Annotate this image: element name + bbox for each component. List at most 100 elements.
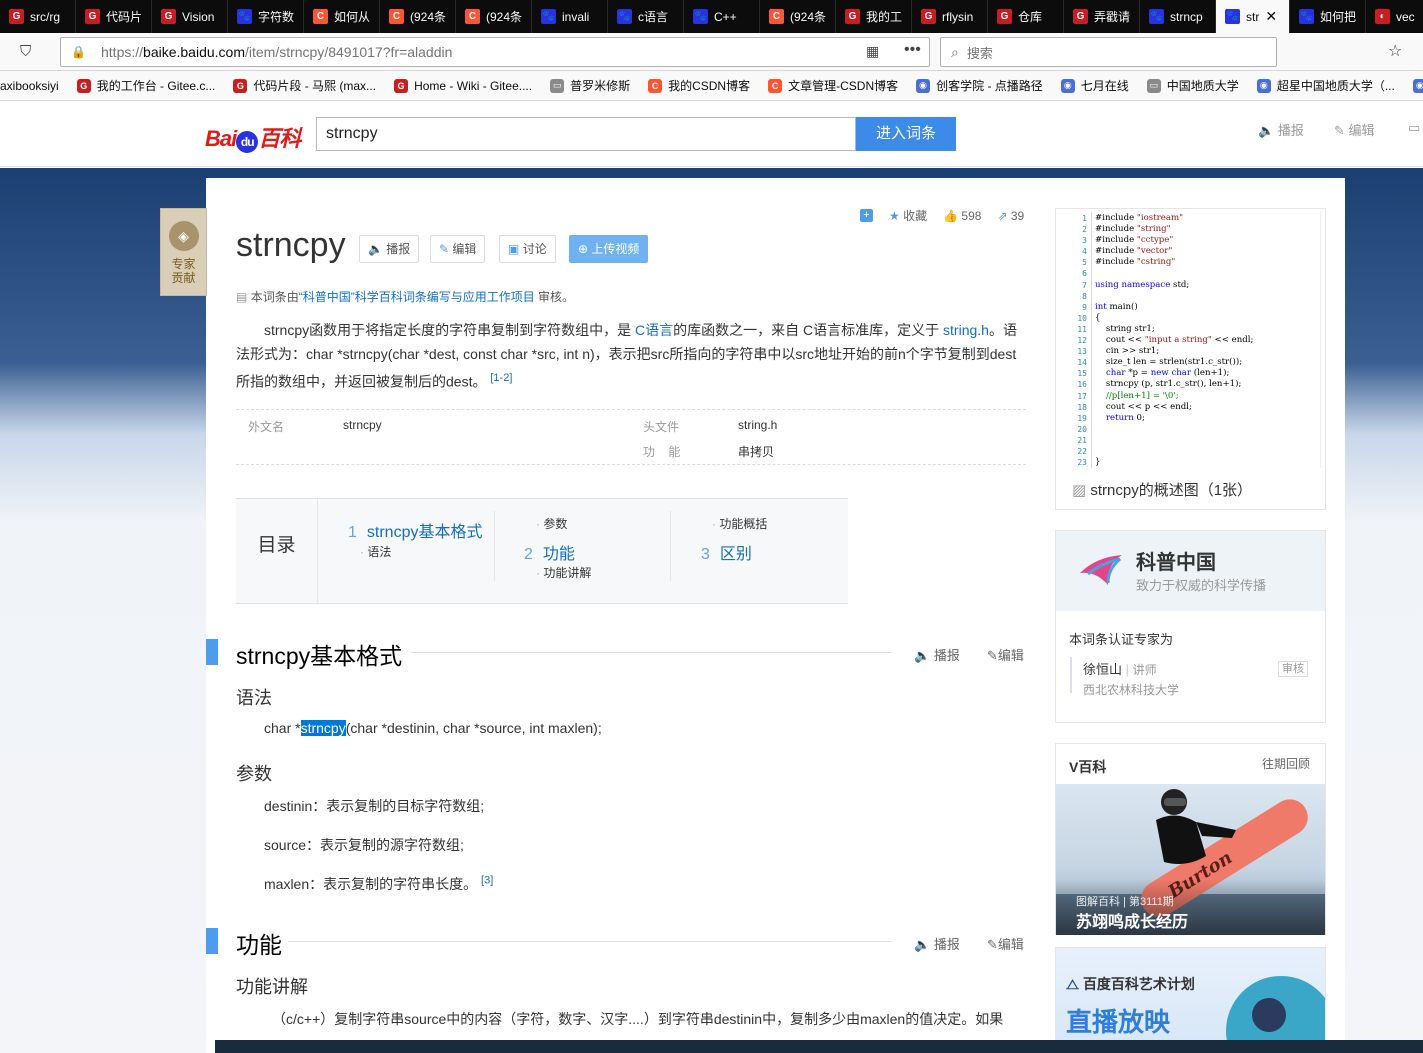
line-number: 6 — [1082, 269, 1087, 279]
browser-tab[interactable]: ◐ vec — [1366, 0, 1423, 33]
section-play-link[interactable]: 🔈 播报 — [914, 645, 960, 664]
browser-tab[interactable]: 🐾 strncp — [1140, 0, 1216, 33]
close-tab-icon[interactable]: ✕ — [1265, 8, 1277, 25]
bookmark-label: axibooksiyi — [0, 78, 59, 93]
bookmark-item[interactable]: C 我的CSDN博客 — [648, 77, 750, 94]
browser-search-input[interactable]: ⌕ 搜索 — [940, 37, 1277, 67]
browser-tab[interactable]: C (924条 — [760, 0, 836, 33]
expert-name-line[interactable]: 徐恒山 | 讲师 — [1083, 659, 1157, 678]
browser-tab[interactable]: C (924条 — [456, 0, 532, 33]
bookmark-item[interactable]: ▭ 中国地质大学 — [1146, 77, 1239, 94]
browser-tab[interactable]: G Vision — [152, 0, 228, 33]
string-h-link[interactable]: string.h — [943, 322, 989, 338]
browser-tab[interactable]: 🐾 c语言 — [608, 0, 684, 33]
c-language-link[interactable]: C语言 — [635, 322, 673, 338]
browser-tab[interactable]: Gsrc/rg — [0, 0, 76, 33]
bookmark-item[interactable]: G 代码片段 - 马熙 (max... — [233, 77, 376, 94]
header-more-icon[interactable]: ▭ — [1408, 120, 1420, 136]
browser-tab[interactable]: G 仓库 — [988, 0, 1064, 33]
reference-link[interactable]: [1-2] — [490, 372, 512, 384]
baidu-baike-logo[interactable]: Bai du 百科 — [205, 121, 301, 153]
edit-button[interactable]: ✎ 编辑 — [430, 235, 486, 263]
page-actions-icon[interactable]: ••• — [904, 41, 921, 59]
browser-tab[interactable]: G 代码片 — [76, 0, 152, 33]
line-number: 18 — [1077, 402, 1087, 412]
subheading-params: 参数 — [236, 764, 272, 784]
header-play-link[interactable]: 🔈 播报 — [1258, 120, 1304, 139]
bookmark-item[interactable]: G 我的工作台 - Gitee.c... — [76, 77, 215, 94]
browser-tab[interactable]: 🐾 字符数 — [228, 0, 304, 33]
browser-tab[interactable]: 🐾 如何把 — [1290, 0, 1366, 33]
toc-item-function[interactable]: 2 功能 — [524, 540, 575, 564]
tab-label: 我的工 — [866, 10, 903, 24]
add-icon[interactable]: + — [860, 209, 873, 222]
bookmark-item[interactable]: ◉ 超星中国地质大学（... — [1256, 77, 1395, 94]
certified-expert-label: 本词条认证专家为 — [1069, 632, 1174, 647]
info-key: 功 能 — [643, 445, 681, 459]
upload-video-button[interactable]: ⊕ 上传视频 — [569, 235, 649, 263]
toc-item-basic-format[interactable]: 1 strncpy基本格式 — [348, 518, 482, 542]
toc-sub-params[interactable]: 参数 — [536, 515, 567, 532]
bookmark-item[interactable]: ▭ 普罗米修斯 — [550, 77, 630, 94]
tab-label: vec — [1396, 9, 1415, 24]
csdn-icon: C — [648, 78, 663, 93]
section-edit-link[interactable]: ✎编辑 — [987, 934, 1024, 953]
enter-entry-button[interactable]: 进入词条 — [856, 117, 956, 151]
v-baike-feature-image[interactable]: Burton 图解百科 | 第3111期 苏翊鸣成长经历 — [1056, 784, 1325, 935]
section-play-link[interactable]: 🔈 播报 — [914, 934, 960, 953]
param-destinin: destinin：表示复制的目标字符数组; — [264, 798, 485, 814]
collect-button[interactable]: ★ 收藏 — [889, 207, 927, 224]
baike-search-input[interactable]: strncpy — [316, 117, 856, 151]
past-issues-link[interactable]: 往期回顾 — [1262, 755, 1310, 772]
play-button[interactable]: 🔈 播报 — [359, 235, 420, 263]
audit-project-link[interactable]: “科普中国”科学百科词条编写与应用工作项目 — [299, 290, 535, 304]
art-program-brand-line: ⧍ 百度百科艺术计划 — [1066, 974, 1195, 994]
browser-tab[interactable]: Grflysin — [912, 0, 988, 33]
plus-circle-icon: ⊕ — [578, 242, 589, 256]
discuss-button[interactable]: ▣ 讨论 — [499, 235, 556, 263]
bookmark-item[interactable]: axibooksiyi — [0, 79, 59, 93]
tab-label: (924条 — [410, 10, 447, 24]
toc-sub-function-detail[interactable]: 功能讲解 — [536, 564, 591, 581]
bookmark-item[interactable]: ◉学 — [1412, 77, 1423, 94]
tab-label: rflysin — [942, 9, 974, 24]
browser-tab[interactable]: C (924条 — [380, 0, 456, 33]
art-program-avatar — [1252, 998, 1286, 1032]
browser-tab[interactable]: C 如何从 — [304, 0, 380, 33]
bookmark-item[interactable]: ◉ 七月在线 — [1060, 77, 1129, 94]
overview-image-panel[interactable]: 1 2 3 4 5 6 7 8 9 10 11 12 13 14 15 16 17 18 19 20 21 22 23 #i… — [1055, 208, 1326, 510]
overview-caption[interactable]: ▨ strncpy的概述图（1张） — [1072, 479, 1252, 500]
browser-tab[interactable]: G 我的工 — [836, 0, 912, 33]
reference-link[interactable]: [3] — [481, 874, 493, 886]
tab-label: (924条 — [790, 10, 827, 24]
like-button[interactable]: 👍 598 — [943, 209, 981, 223]
section-edit-link[interactable]: ✎编辑 — [987, 645, 1024, 664]
share-button[interactable]: ⇗ 39 — [997, 209, 1024, 223]
bookmark-star-icon[interactable]: ☆ — [1388, 41, 1402, 61]
bookmark-item[interactable]: G Home - Wiki - Gitee.... — [394, 78, 532, 93]
header-edit-link[interactable]: ✎ 编辑 — [1334, 120, 1375, 139]
browser-tab[interactable]: 🐾 C++ — [684, 0, 760, 33]
entry-summary: strncpy函数用于将指定长度的字符串复制到字符数组中，是 C语言的库函数之一… — [236, 322, 1017, 390]
qr-code-icon[interactable]: ▦ — [866, 43, 879, 60]
expert-rule — [1070, 657, 1072, 693]
expert-contribute-tab[interactable]: ◈ 专家 贡献 — [160, 208, 207, 296]
url-bar[interactable]: 🔒 https://baike.baidu.com/item/strncpy/8… — [60, 37, 930, 67]
bookmark-item[interactable]: ◉ 创客学院 - 点播路径 — [916, 77, 1043, 94]
browser-tab[interactable]: 🐾 invali — [532, 0, 608, 33]
toc-item-difference[interactable]: 3 区别 — [701, 540, 752, 564]
bookmark-label: 超星中国地质大学（... — [1276, 79, 1395, 93]
browser-tab[interactable]: 🐾 str ✕ — [1216, 0, 1290, 33]
v-baike-card: V百科 往期回顾 Burton 图解百科 | 第3111期 苏翊鸣成长经历 — [1055, 743, 1326, 935]
tracking-shield-icon[interactable]: ⛉ — [20, 43, 31, 60]
toc-sub-syntax[interactable]: 语法 — [360, 543, 391, 560]
browser-tab[interactable]: G 弄戳请 — [1064, 0, 1140, 33]
entry-toolline: + ★ 收藏 👍 598 ⇗ 39 — [860, 207, 1024, 224]
code-screenshot[interactable]: 1 2 3 4 5 6 7 8 9 10 11 12 13 14 15 16 17 18 19 20 21 22 23 #i… — [1060, 212, 1321, 468]
bookmark-item[interactable]: C 文章管理-CSDN博客 — [768, 77, 898, 94]
art-program-banner[interactable]: ⧍ 百度百科艺术计划 直播放映 — [1055, 947, 1326, 1053]
line-number: 15 — [1077, 369, 1087, 379]
kepu-banner[interactable]: 科普中国 致力于权威的科学传播 — [1056, 531, 1325, 611]
line-number: 8 — [1082, 291, 1087, 301]
toc-sub-function-summary[interactable]: 功能概括 — [712, 515, 767, 532]
